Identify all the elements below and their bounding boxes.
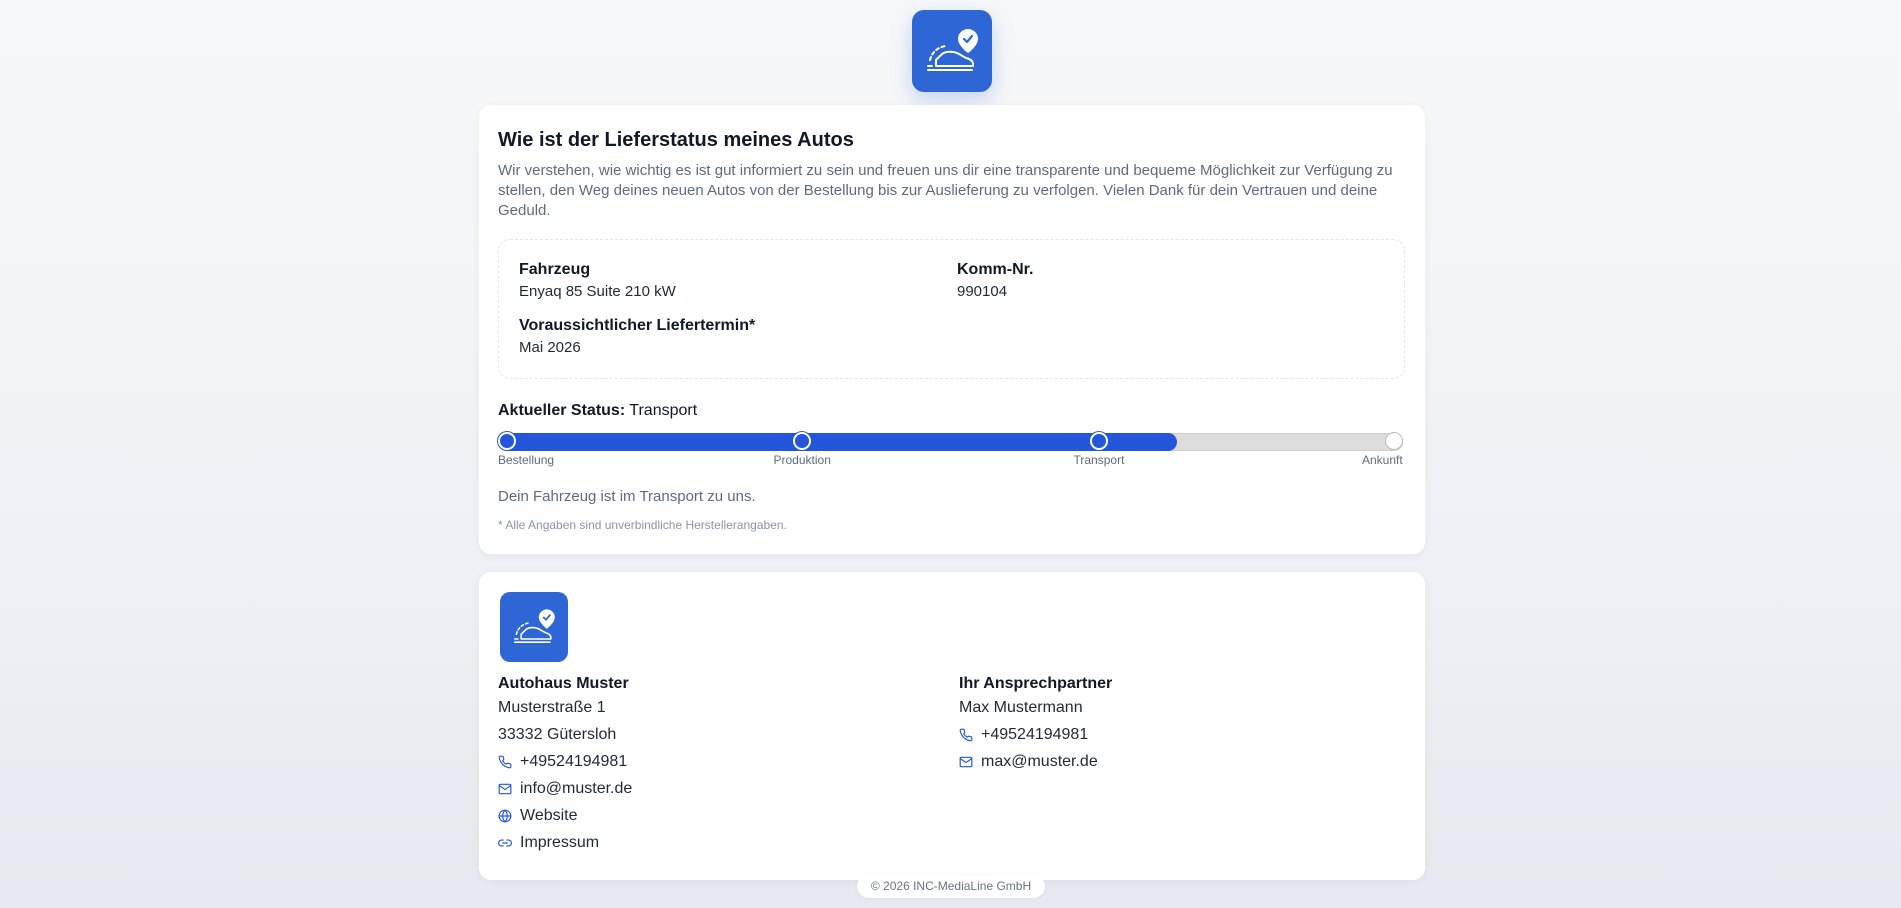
- dealer-website-row: Website: [498, 802, 632, 829]
- footer-copyright: © 2026 INC-MediaLine GmbH: [857, 874, 1045, 898]
- app-logo: [912, 10, 992, 92]
- comm-label: Komm-Nr.: [957, 261, 1034, 278]
- dealer-email-row: info@muster.de: [498, 775, 632, 802]
- progress-step-dot: [1385, 432, 1403, 450]
- current-status-label: Aktueller Status:: [498, 402, 626, 419]
- delivery-value: Mai 2026: [519, 339, 581, 356]
- progress-step-dot: [1090, 432, 1108, 450]
- disclaimer: * Alle Angaben sind unverbindliche Herst…: [498, 518, 787, 532]
- contact-person-column: Ihr Ansprechpartner Max Mustermann +4952…: [959, 674, 1112, 775]
- progress-step-dot: [498, 432, 516, 450]
- phone-icon: [959, 728, 973, 742]
- contact-card: Autohaus Muster Musterstraße 1 33332 Güt…: [479, 572, 1425, 880]
- link-icon: [498, 836, 512, 850]
- mail-icon: [498, 782, 512, 796]
- current-status: Aktueller Status: Transport: [498, 401, 1405, 421]
- intro-text: Wir verstehen, wie wichtig es ist gut in…: [498, 162, 1393, 219]
- delivery-date-info: Voraussichtlicher Liefertermin* Mai 2026: [519, 316, 755, 358]
- delivery-label: Voraussichtlicher Liefertermin*: [519, 317, 756, 334]
- dealer-street: Musterstraße 1: [498, 699, 606, 716]
- vehicle-value: Enyaq 85 Suite 210 kW: [519, 283, 676, 300]
- contact-email-row: max@muster.de: [959, 748, 1112, 775]
- globe-icon: [498, 809, 512, 823]
- dealer-imprint-link[interactable]: Impressum: [520, 829, 599, 856]
- comm-number-info: Komm-Nr. 990104: [957, 260, 1033, 302]
- dealer-email-link[interactable]: info@muster.de: [520, 775, 632, 802]
- page-title: Wie ist der Lieferstatus meines Autos: [498, 129, 854, 151]
- progress-step-label: Transport: [1073, 453, 1125, 467]
- car-delivery-check-icon: [514, 609, 555, 643]
- dealer-phone-row: +49524194981: [498, 748, 632, 775]
- status-description: Dein Fahrzeug ist im Transport zu uns.: [498, 488, 756, 505]
- progress-step-label: Bestellung: [498, 453, 555, 467]
- progress-fill: [498, 433, 1177, 451]
- dealer-column: Autohaus Muster Musterstraße 1 33332 Güt…: [498, 674, 632, 856]
- dealer-logo: [500, 592, 568, 662]
- contact-person-name: Max Mustermann: [959, 699, 1083, 716]
- progress-step-dot: [793, 432, 811, 450]
- dealer-website-link[interactable]: Website: [520, 802, 578, 829]
- vehicle-info-box: Fahrzeug Enyaq 85 Suite 210 kW Komm-Nr. …: [498, 239, 1405, 379]
- delivery-progress: Bestellung Produktion Transport Ankunft: [498, 431, 1405, 471]
- comm-value: 990104: [957, 283, 1008, 300]
- dealer-city: 33332 Gütersloh: [498, 726, 617, 743]
- contact-phone-row: +49524194981: [959, 721, 1112, 748]
- mail-icon: [959, 755, 973, 769]
- delivery-status-card: Wie ist der Lieferstatus meines Autos Wi…: [479, 105, 1425, 554]
- vehicle-info: Fahrzeug Enyaq 85 Suite 210 kW: [519, 260, 676, 302]
- current-status-value: Transport: [629, 402, 698, 419]
- phone-icon: [498, 755, 512, 769]
- progress-step-label: Produktion: [773, 453, 831, 467]
- contact-phone-link[interactable]: +49524194981: [981, 721, 1088, 748]
- contact-email-link[interactable]: max@muster.de: [981, 748, 1098, 775]
- vehicle-label: Fahrzeug: [519, 261, 591, 278]
- progress-step-label: Ankunft: [1362, 453, 1403, 467]
- contact-person-title: Ihr Ansprechpartner: [959, 675, 1113, 692]
- dealer-imprint-row: Impressum: [498, 829, 632, 856]
- dealer-name: Autohaus Muster: [498, 675, 629, 692]
- car-delivery-check-icon: [927, 29, 978, 71]
- dealer-phone-link[interactable]: +49524194981: [520, 748, 627, 775]
